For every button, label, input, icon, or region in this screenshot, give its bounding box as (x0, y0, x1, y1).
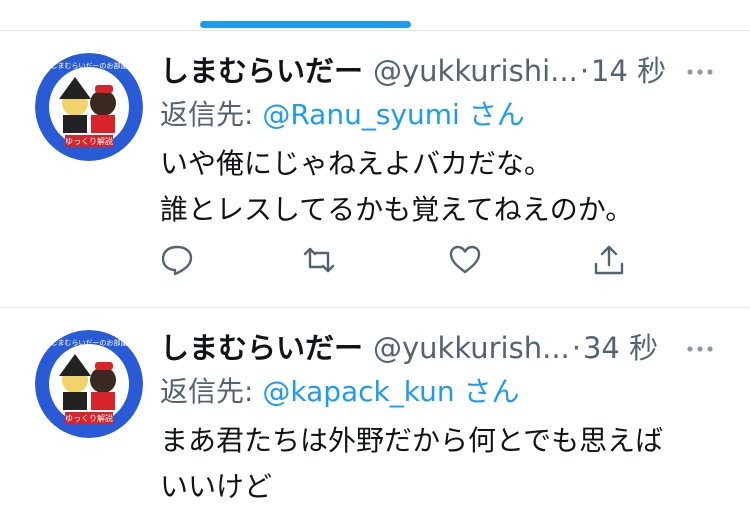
timestamp[interactable]: 34 秒 (583, 331, 658, 365)
tweet-header: しまむらいだー @yukkurish...·34 秒 (160, 328, 720, 368)
reply-icon[interactable] (160, 243, 194, 277)
tweet-text-line: いいけど (160, 470, 273, 503)
reply-context: 返信先: @Ranu_syumi さん (160, 96, 525, 134)
reply-context: 返信先: @kapack_kun さん (160, 373, 520, 411)
display-name[interactable]: しまむらいだー (160, 54, 363, 88)
avatar[interactable]: ゆっくり解説 しまむらいだーのお部屋 (35, 53, 143, 161)
tweet-text: まあ君たちは外野だから何とでも思えば いいけど (160, 418, 720, 510)
tweet[interactable]: ゆっくり解説 しまむらいだーのお部屋 しまむらいだー @yukkurish...·… (0, 308, 750, 507)
more-options-icon[interactable] (685, 344, 715, 354)
avatar-banner-text: ゆっくり解説 (65, 413, 113, 423)
display-name[interactable]: しまむらいだー (160, 331, 363, 365)
share-icon[interactable] (592, 243, 626, 277)
like-icon[interactable] (448, 243, 482, 277)
tweet-header: しまむらいだー @yukkurishi...·14 秒 (160, 51, 720, 91)
avatar-ring-text: しまむらいだーのお部屋 (51, 338, 128, 347)
reply-mention-link[interactable]: @kapack_kun (262, 375, 454, 408)
tweet-text-line: 誰とレスしてるかも覚えてねえのか。 (160, 193, 634, 226)
reply-mention-link[interactable]: @Ranu_syumi (262, 98, 459, 131)
more-options-icon[interactable] (685, 67, 715, 77)
avatar-banner-text: ゆっくり解説 (65, 136, 113, 146)
action-bar (160, 243, 630, 283)
reply-suffix: さん (454, 375, 520, 408)
avatar-ring-text: しまむらいだーのお部屋 (51, 61, 128, 70)
timestamp[interactable]: 14 秒 (591, 54, 666, 88)
tweet-text-line: いや俺にじゃねえよバカだな。 (160, 147, 553, 180)
tweet-text-line: まあ君たちは外野だから何とでも思えば (160, 424, 664, 457)
tweet[interactable]: ゆっくり解説 しまむらいだーのお部屋 しまむらいだー @yukkurishi...… (0, 31, 750, 308)
avatar[interactable]: ゆっくり解説 しまむらいだーのお部屋 (35, 330, 143, 438)
active-tab-indicator (200, 21, 411, 28)
separator-dot: · (579, 54, 590, 88)
tweet-text: いや俺にじゃねえよバカだな。 誰とレスしてるかも覚えてねえのか。 (160, 141, 720, 233)
reply-suffix: さん (459, 98, 525, 131)
reply-prefix: 返信先: (160, 98, 263, 131)
separator-dot: · (571, 331, 581, 365)
handle[interactable]: @yukkurish... (373, 331, 570, 365)
reply-prefix: 返信先: (160, 375, 263, 408)
handle[interactable]: @yukkurishi... (373, 54, 578, 88)
retweet-icon[interactable] (302, 243, 336, 277)
